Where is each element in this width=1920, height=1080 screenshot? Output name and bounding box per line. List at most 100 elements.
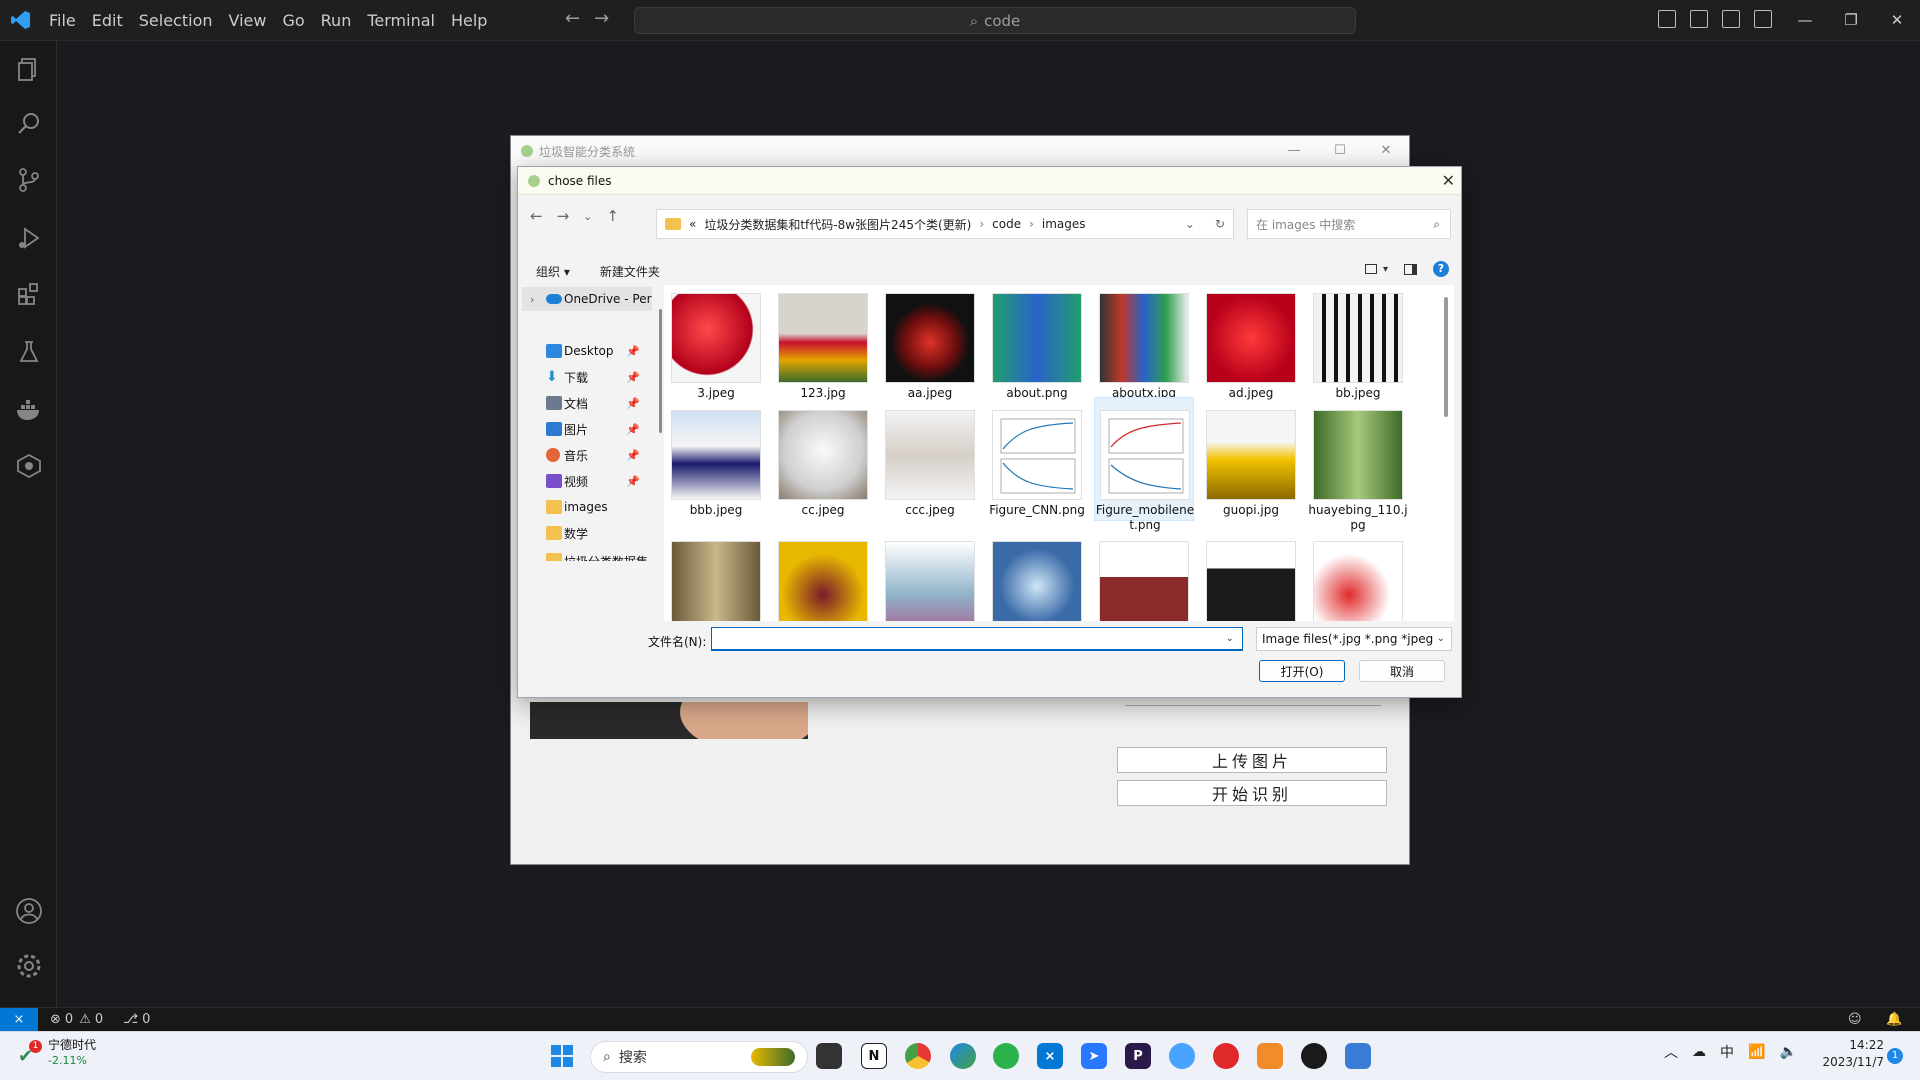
nav-item-pictures[interactable]: 图片 📌 <box>522 417 652 441</box>
nav-item-documents[interactable]: 文档 📌 <box>522 391 652 415</box>
nav-item-math-folder[interactable]: 数学 <box>522 521 652 545</box>
new-folder-button[interactable]: 新建文件夹 <box>600 263 660 280</box>
file-tile[interactable]: ccc.jpeg <box>880 404 980 517</box>
app-close-icon[interactable]: ✕ <box>1363 136 1409 166</box>
start-recognition-button[interactable]: 开始识别 <box>1117 780 1387 806</box>
onedrive-tray-icon[interactable]: ☁ <box>1692 1044 1706 1060</box>
menu-terminal[interactable]: Terminal <box>359 0 443 41</box>
tray-overflow-chevron-icon[interactable]: ︿ <box>1664 1042 1678 1062</box>
toggle-panel-icon[interactable] <box>1690 10 1708 28</box>
wifi-icon[interactable]: 📶 <box>1748 1044 1765 1060</box>
volume-icon[interactable]: 🔈 <box>1779 1044 1796 1060</box>
app-dark-icon[interactable] <box>1301 1043 1327 1069</box>
command-center-search[interactable]: ⌕ code <box>634 7 1356 34</box>
errors-icon[interactable]: ⊗ <box>50 1012 61 1027</box>
python-app-icon[interactable] <box>1345 1043 1371 1069</box>
nav-item-onedrive[interactable]: › OneDrive - Per <box>522 287 652 311</box>
forward-arrow-icon[interactable]: → <box>557 207 570 225</box>
feishu-icon[interactable]: ➤ <box>1081 1043 1107 1069</box>
filetype-select[interactable]: Image files(*.jpg *.png *jpeg ⌄ <box>1256 627 1452 651</box>
vscode-logo-icon[interactable] <box>0 0 41 41</box>
nav-item-videos[interactable]: 视频 📌 <box>522 469 652 493</box>
file-tile[interactable]: bb.jpeg <box>1308 287 1408 400</box>
wechat-icon[interactable] <box>993 1043 1019 1069</box>
source-control-icon[interactable] <box>14 165 44 195</box>
file-tile[interactable] <box>1308 535 1408 621</box>
upload-image-button[interactable]: 上传图片 <box>1117 747 1387 773</box>
menu-selection[interactable]: Selection <box>131 0 221 41</box>
folder-search-box[interactable]: 在 images 中搜索 ⌕ <box>1247 209 1451 239</box>
file-tile[interactable]: Figure_CNN.png <box>987 404 1087 517</box>
nav-item-music[interactable]: 音乐 📌 <box>522 443 652 467</box>
extensions-icon[interactable] <box>14 279 44 309</box>
nav-pane-scroll-thumb[interactable] <box>659 309 662 433</box>
refresh-icon[interactable]: ↻ <box>1215 217 1225 231</box>
back-arrow-icon[interactable]: ← <box>565 8 580 29</box>
stock-widget[interactable]: ✔ 1 宁德时代 -2.11% <box>18 1038 96 1068</box>
file-tile[interactable]: 3.jpeg <box>666 287 766 400</box>
preview-pane-icon[interactable] <box>1404 263 1417 275</box>
address-bar[interactable]: « 垃圾分类数据集和tf代码-8w张图片245个类(更新) › code › i… <box>656 209 1234 239</box>
recent-locations-chevron-icon[interactable]: ⌄ <box>583 207 592 225</box>
file-grid-scrollbar[interactable] <box>1444 297 1448 417</box>
menu-go[interactable]: Go <box>274 0 312 41</box>
help-icon[interactable]: ? <box>1433 261 1449 277</box>
address-dropdown-icon[interactable]: ⌄ <box>1185 217 1195 231</box>
nav-item-downloads[interactable]: ⬇ 下载 📌 <box>522 365 652 389</box>
expand-chevron-icon[interactable]: › <box>530 293 534 306</box>
notifications-bell-icon[interactable]: 🔔 <box>1886 1012 1902 1027</box>
breadcrumb-overflow[interactable]: « <box>689 217 696 231</box>
minimize-icon[interactable]: — <box>1782 0 1828 41</box>
filename-input[interactable]: ⌄ <box>711 627 1243 651</box>
close-icon[interactable]: ✕ <box>1874 0 1920 41</box>
remote-indicator-icon[interactable]: ⨯ <box>0 1007 38 1032</box>
file-tile[interactable]: aa.jpeg <box>880 287 980 400</box>
nav-item-dataset-folder[interactable]: 垃圾分类数据集 <box>522 547 652 561</box>
menu-help[interactable]: Help <box>443 0 495 41</box>
docker-icon[interactable] <box>14 395 44 425</box>
input-method-indicator[interactable]: 中 <box>1720 1042 1734 1062</box>
cancel-button[interactable]: 取消 <box>1359 660 1445 682</box>
notion-icon[interactable]: N <box>861 1043 887 1069</box>
explorer-icon[interactable] <box>14 54 44 84</box>
forward-arrow-icon[interactable]: → <box>594 8 609 29</box>
back-arrow-icon[interactable]: ← <box>530 207 543 225</box>
dialog-close-icon[interactable]: ✕ <box>1442 171 1455 190</box>
file-tile[interactable]: about.png <box>987 287 1087 400</box>
file-tile[interactable]: huayebing_110.jpg <box>1308 404 1408 532</box>
run-debug-icon[interactable] <box>14 223 44 253</box>
settings-gear-icon[interactable] <box>14 951 44 981</box>
qq-icon[interactable] <box>1169 1043 1195 1069</box>
view-dropdown-icon[interactable]: ▾ <box>1383 264 1388 275</box>
toggle-secondary-sidebar-icon[interactable] <box>1722 10 1740 28</box>
warnings-icon[interactable]: ⚠ <box>79 1012 91 1027</box>
file-tile[interactable] <box>773 535 873 621</box>
chrome-icon[interactable] <box>905 1043 931 1069</box>
ports-icon[interactable]: ⎇ <box>123 1012 138 1027</box>
breadcrumb-dataset[interactable]: 垃圾分类数据集和tf代码-8w张图片245个类(更新) <box>704 216 971 233</box>
app-orange-icon[interactable] <box>1257 1043 1283 1069</box>
up-arrow-icon[interactable]: ↑ <box>606 207 619 225</box>
task-view-icon[interactable] <box>816 1043 842 1069</box>
breadcrumb-images[interactable]: images <box>1042 217 1086 231</box>
nav-item-desktop[interactable]: Desktop 📌 <box>522 339 652 363</box>
file-tile[interactable] <box>987 535 1087 621</box>
file-tile[interactable]: aboutx.jpg <box>1094 287 1194 400</box>
file-tile[interactable]: 123.jpg <box>773 287 873 400</box>
netease-music-icon[interactable] <box>1213 1043 1239 1069</box>
file-tile[interactable] <box>880 535 980 621</box>
menu-edit[interactable]: Edit <box>84 0 131 41</box>
restore-icon[interactable]: ❐ <box>1828 0 1874 41</box>
file-tile[interactable]: ad.jpeg <box>1201 287 1301 400</box>
menu-view[interactable]: View <box>221 0 275 41</box>
file-tile[interactable] <box>1201 535 1301 621</box>
start-windows-icon[interactable] <box>549 1043 575 1069</box>
pycharm-icon[interactable]: P <box>1125 1043 1151 1069</box>
open-button[interactable]: 打开(O) <box>1259 660 1345 682</box>
copilot-icon[interactable]: ☺ <box>1848 1012 1862 1027</box>
azure-icon[interactable] <box>14 451 44 481</box>
file-tile[interactable]: guopi.jpg <box>1201 404 1301 517</box>
file-tile[interactable]: bbb.jpeg <box>666 404 766 517</box>
vscode-taskbar-icon[interactable]: ⨯ <box>1037 1043 1063 1069</box>
file-tile[interactable] <box>1094 535 1194 621</box>
